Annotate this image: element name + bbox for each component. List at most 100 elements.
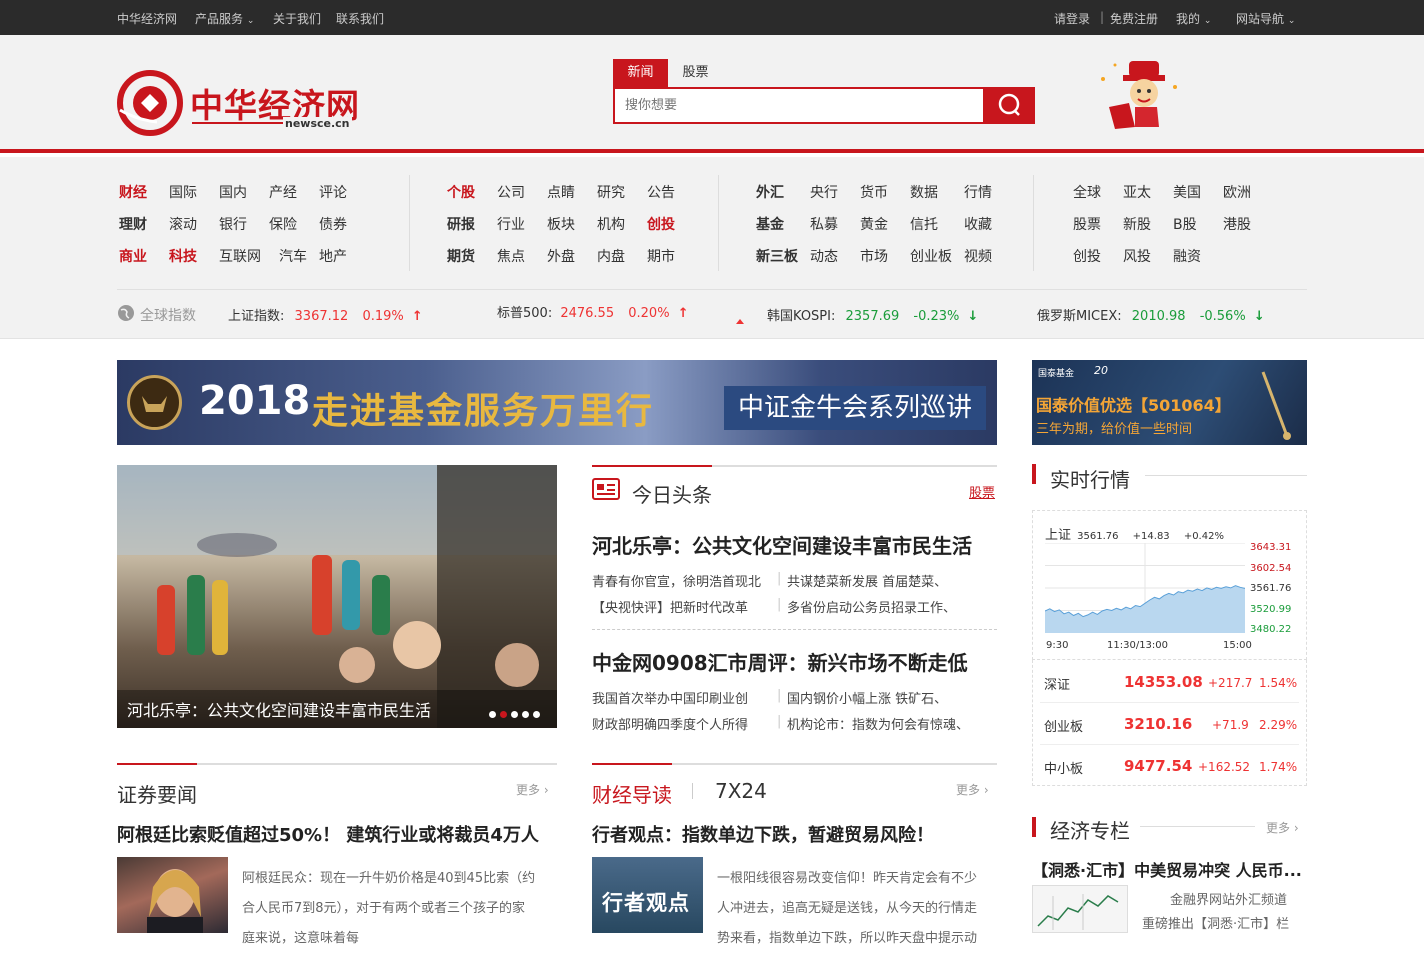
today-sublink[interactable]: 国内钢价小幅上涨 铁矿石、: [787, 688, 947, 707]
search-tab-stocks[interactable]: 股票: [668, 59, 723, 87]
site-nav-menu[interactable]: 网站导航 ⌄: [1236, 10, 1295, 27]
index-chart-box[interactable]: 上证 3561.76 +14.83 +0.42% 3643.31 3602.54…: [1032, 510, 1307, 660]
nav-item[interactable]: 全球: [1073, 182, 1101, 202]
sec-thumbnail[interactable]: [117, 857, 228, 933]
nav-item[interactable]: 财经: [119, 182, 147, 202]
today-tag-link[interactable]: 股票: [969, 482, 995, 501]
today-sublink[interactable]: 多省份启动公务员招录工作、: [787, 597, 956, 616]
nav-item[interactable]: 港股: [1223, 214, 1251, 234]
today-sublink[interactable]: 共谋楚菜新发展 首届楚菜、: [787, 571, 947, 590]
search-button[interactable]: [985, 87, 1035, 124]
nav-item[interactable]: 个股: [447, 182, 475, 202]
nav-item[interactable]: 收藏: [964, 214, 992, 234]
nav-item[interactable]: 货币: [860, 182, 888, 202]
nav-item[interactable]: 内盘: [597, 246, 625, 266]
nav-item[interactable]: 美国: [1173, 182, 1201, 202]
search-input[interactable]: [615, 89, 975, 122]
slider-dot[interactable]: [511, 711, 518, 718]
slider-dot[interactable]: [522, 711, 529, 718]
nav-item[interactable]: 央行: [810, 182, 838, 202]
nav-item[interactable]: 行情: [964, 182, 992, 202]
nav-item[interactable]: B股: [1173, 214, 1197, 234]
nav-item[interactable]: 视频: [964, 246, 992, 266]
nav-item[interactable]: 数据: [910, 182, 938, 202]
sec-summary[interactable]: 阿根廷民众：现在一升牛奶价格是40到45比索（约 合人民币7到8元），对于有两个…: [242, 864, 535, 954]
topbar-products-menu[interactable]: 产品服务 ⌄: [195, 10, 254, 27]
nav-item[interactable]: 点睛: [547, 182, 575, 202]
nav-item[interactable]: 市场: [860, 246, 888, 266]
login-link[interactable]: 请登录: [1054, 10, 1090, 27]
topbar-site-link[interactable]: 中华经济网: [117, 10, 177, 27]
nav-item[interactable]: 保险: [269, 214, 297, 234]
nav-item[interactable]: 欧洲: [1223, 182, 1251, 202]
slider-dot-active[interactable]: [500, 711, 507, 718]
nav-item[interactable]: 互联网: [219, 246, 261, 266]
fin-headline[interactable]: 行者观点：指数单边下跌，暂避贸易风险！: [592, 821, 934, 847]
today-headline[interactable]: 河北乐亭：公共文化空间建设丰富市民生活: [592, 530, 972, 559]
slider-dot[interactable]: [489, 711, 496, 718]
nav-item[interactable]: 信托: [910, 214, 938, 234]
today-sublink[interactable]: 我国首次举办中国印刷业创: [592, 688, 748, 707]
nav-item[interactable]: 产经: [269, 182, 297, 202]
nav-item[interactable]: 汽车: [279, 246, 307, 266]
nav-item[interactable]: 国际: [169, 182, 197, 202]
today-sublink[interactable]: 青春有你官宣，徐明浩首现北: [592, 571, 761, 590]
nav-item[interactable]: 债券: [319, 214, 347, 234]
today-sublink[interactable]: 【央视快评】把新时代改革: [592, 597, 748, 616]
column-thumbnail[interactable]: [1032, 885, 1128, 933]
banner-ad[interactable]: 2018 走进基金服务万里行 中证金牛会系列巡讲: [117, 360, 997, 445]
nav-item[interactable]: 研报: [447, 214, 475, 234]
nav-item[interactable]: 创投: [647, 214, 675, 234]
nav-item[interactable]: 股票: [1073, 214, 1101, 234]
nav-item[interactable]: 地产: [319, 246, 347, 266]
nav-item[interactable]: 期货: [447, 246, 475, 266]
mascot-image[interactable]: [1095, 57, 1185, 133]
today-sublink[interactable]: 财政部明确四季度个人所得: [592, 714, 748, 733]
nav-item[interactable]: 银行: [219, 214, 247, 234]
ticker-item[interactable]: 俄罗斯MICEX: 2010.98 -0.56% ↓: [1037, 305, 1265, 324]
nav-item[interactable]: 滚动: [169, 214, 197, 234]
nav-item[interactable]: 私募: [810, 214, 838, 234]
photo-slider[interactable]: 河北乐亭：公共文化空间建设丰富市民生活: [117, 465, 557, 728]
search-tab-news[interactable]: 新闻: [613, 59, 668, 87]
nav-item[interactable]: 公告: [647, 182, 675, 202]
mine-menu[interactable]: 我的 ⌄: [1176, 10, 1211, 27]
nav-item[interactable]: 焦点: [497, 246, 525, 266]
nav-item[interactable]: 公司: [497, 182, 525, 202]
fin-thumbnail[interactable]: 行者观点: [592, 857, 703, 933]
fin-more-link[interactable]: 更多 ›: [956, 781, 989, 798]
topbar-contact-link[interactable]: 联系我们: [336, 10, 384, 27]
nav-item[interactable]: 评论: [319, 182, 347, 202]
ticker-item[interactable]: 标普500: 2476.55 0.20% ↑: [497, 302, 689, 321]
nav-item[interactable]: 动态: [810, 246, 838, 266]
nav-item[interactable]: 风投: [1123, 246, 1151, 266]
nav-item[interactable]: 科技: [169, 246, 197, 266]
fin-tab-7x24[interactable]: 7X24: [715, 779, 767, 803]
nav-item[interactable]: 创投: [1073, 246, 1101, 266]
nav-item[interactable]: 期市: [647, 246, 675, 266]
index-row[interactable]: 深证: [1044, 674, 1070, 693]
nav-item[interactable]: 融资: [1173, 246, 1201, 266]
ticker-item[interactable]: 韩国KOSPI: 2357.69 -0.23% ↓: [767, 305, 978, 324]
fin-summary[interactable]: 一根阳线很容易改变信仰！昨天肯定会有不少 人冲进去，追高无疑是送钱，从今天的行情…: [717, 864, 977, 954]
nav-item[interactable]: 外汇: [756, 182, 784, 202]
index-row[interactable]: 中小板: [1044, 758, 1083, 777]
nav-item[interactable]: 板块: [547, 214, 575, 234]
column-summary[interactable]: 金融界网站外汇频道 重磅推出【洞悉·汇市】栏: [1142, 889, 1289, 937]
logo[interactable]: [117, 70, 183, 136]
nav-item[interactable]: 黄金: [860, 214, 888, 234]
nav-item[interactable]: 外盘: [547, 246, 575, 266]
nav-item[interactable]: 理财: [119, 214, 147, 234]
nav-item[interactable]: 创业板: [910, 246, 952, 266]
sec-more-link[interactable]: 更多 ›: [516, 781, 549, 798]
fin-tab-active[interactable]: 财经导读: [592, 779, 672, 808]
nav-item[interactable]: 研究: [597, 182, 625, 202]
nav-item[interactable]: 亚太: [1123, 182, 1151, 202]
slider-dot[interactable]: [533, 711, 540, 718]
column-more-link[interactable]: 更多 ›: [1266, 819, 1299, 836]
nav-item[interactable]: 国内: [219, 182, 247, 202]
register-link[interactable]: 免费注册: [1110, 10, 1158, 27]
fund-ad[interactable]: 国泰基金 20 国泰价值优选【501064】 三年为期，给价值一些时间: [1032, 360, 1307, 445]
nav-item[interactable]: 机构: [597, 214, 625, 234]
nav-item[interactable]: 行业: [497, 214, 525, 234]
